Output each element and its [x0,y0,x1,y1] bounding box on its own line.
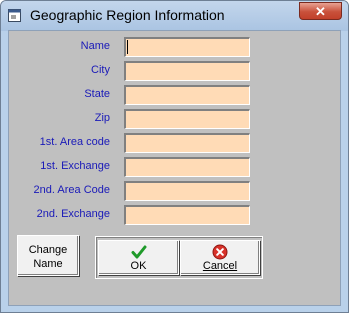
exchange-1-label: 1st. Exchange [40,160,110,172]
ok-label: OK [130,260,147,272]
area-code-2-field[interactable] [124,181,250,201]
change-name-button[interactable]: Change Name [17,235,79,276]
title-bar[interactable]: Geographic Region Information ✕ [1,1,348,31]
city-label: City [91,64,110,76]
state-field[interactable] [124,85,250,105]
city-field[interactable] [124,61,250,81]
window-title: Geographic Region Information [30,7,225,23]
change-name-label-line2: Name [33,258,63,270]
red-x-circle-icon [212,244,228,260]
text-caret [127,40,128,54]
exchange-2-label: 2nd. Exchange [36,208,110,220]
exchange-2-field[interactable] [124,205,250,225]
dialog-window: Geographic Region Information ✕ Name Cit… [0,0,349,313]
change-name-label-line1: Change [28,244,68,256]
app-window-icon [8,9,21,22]
close-icon: ✕ [315,4,326,19]
area-code-2-label: 2nd. Area Code [33,184,110,196]
cancel-button[interactable]: Cancel [180,240,260,275]
name-label: Name [80,40,110,52]
form-area: Name City State Zip 1st. Area code 1st. … [8,30,341,306]
area-code-1-field[interactable] [124,133,250,153]
cancel-label: Cancel [202,260,238,272]
area-code-1-label: 1st. Area code [39,136,110,148]
name-field[interactable] [124,37,250,57]
exchange-1-field[interactable] [124,157,250,177]
zip-label: Zip [94,112,110,124]
close-button[interactable]: ✕ [299,2,342,20]
ok-button[interactable]: OK [98,240,179,275]
green-checkmark-icon [131,245,146,259]
zip-field[interactable] [124,109,250,129]
state-label: State [84,88,110,100]
